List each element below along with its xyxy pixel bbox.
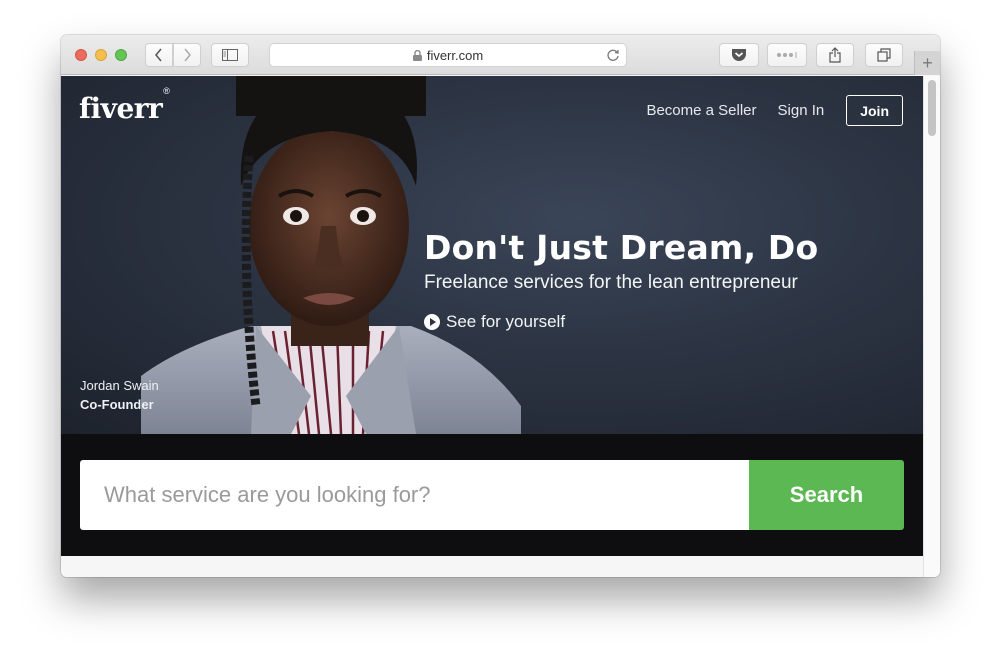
hero-section: fiverr® Become a Seller Sign In Join Don… <box>61 76 923 434</box>
search-section: Search <box>61 434 923 556</box>
page-content: fiverr® Become a Seller Sign In Join Don… <box>61 76 923 577</box>
sidebar-button[interactable] <box>211 43 249 67</box>
close-window-button[interactable] <box>75 49 87 61</box>
logo-text: fiverr <box>79 92 163 125</box>
see-for-yourself-link[interactable]: See for yourself <box>424 312 818 332</box>
search-input[interactable] <box>80 460 750 530</box>
scrollbar-thumb[interactable] <box>928 80 936 136</box>
sign-in-link[interactable]: Sign In <box>778 102 825 119</box>
hero-subheadline: Freelance services for the lean entrepre… <box>424 272 798 293</box>
lock-icon <box>412 49 422 61</box>
chevron-left-icon <box>155 48 162 62</box>
plus-icon: + <box>922 52 933 73</box>
vertical-scrollbar[interactable] <box>923 76 940 577</box>
tabs-overview-icon <box>877 48 891 62</box>
search-button[interactable]: Search <box>749 460 904 530</box>
address-bar[interactable]: fiverr.com <box>269 43 627 67</box>
become-seller-link[interactable]: Become a Seller <box>646 102 756 119</box>
more-dots-icon <box>777 52 797 58</box>
back-button[interactable] <box>145 43 173 67</box>
see-for-yourself-label: See for yourself <box>446 312 566 331</box>
caption-role: Co-Founder <box>80 397 154 412</box>
play-icon <box>424 314 440 330</box>
share-icon <box>829 47 841 63</box>
hero-copy: Don't Just Dream, Do Freelance services … <box>424 228 818 332</box>
pocket-button[interactable] <box>719 43 759 67</box>
tabs-overview-button[interactable] <box>865 43 903 67</box>
reload-icon[interactable] <box>606 48 620 62</box>
browser-window: fiverr.com + fiverr® Become a Seller Sig… <box>61 35 940 577</box>
new-tab-button[interactable]: + <box>914 51 940 75</box>
minimize-window-button[interactable] <box>95 49 107 61</box>
zoom-window-button[interactable] <box>115 49 127 61</box>
sidebar-icon <box>222 49 238 61</box>
extensions-button[interactable] <box>767 43 807 67</box>
fiverr-logo[interactable]: fiverr® <box>79 86 170 125</box>
portrait-caption: Jordan Swain Co-Founder <box>80 376 159 414</box>
registered-mark: ® <box>163 85 170 96</box>
url-text: fiverr.com <box>426 47 484 63</box>
forward-button[interactable] <box>173 43 201 67</box>
join-button[interactable]: Join <box>846 95 903 126</box>
top-nav: Become a Seller Sign In Join <box>625 95 903 126</box>
hero-headline: Don't Just Dream, Do <box>424 228 819 267</box>
chevron-right-icon <box>184 48 191 62</box>
browser-toolbar: fiverr.com + <box>61 35 940 75</box>
caption-name: Jordan Swain <box>80 378 159 393</box>
pocket-icon <box>732 49 746 61</box>
share-button[interactable] <box>816 43 854 67</box>
